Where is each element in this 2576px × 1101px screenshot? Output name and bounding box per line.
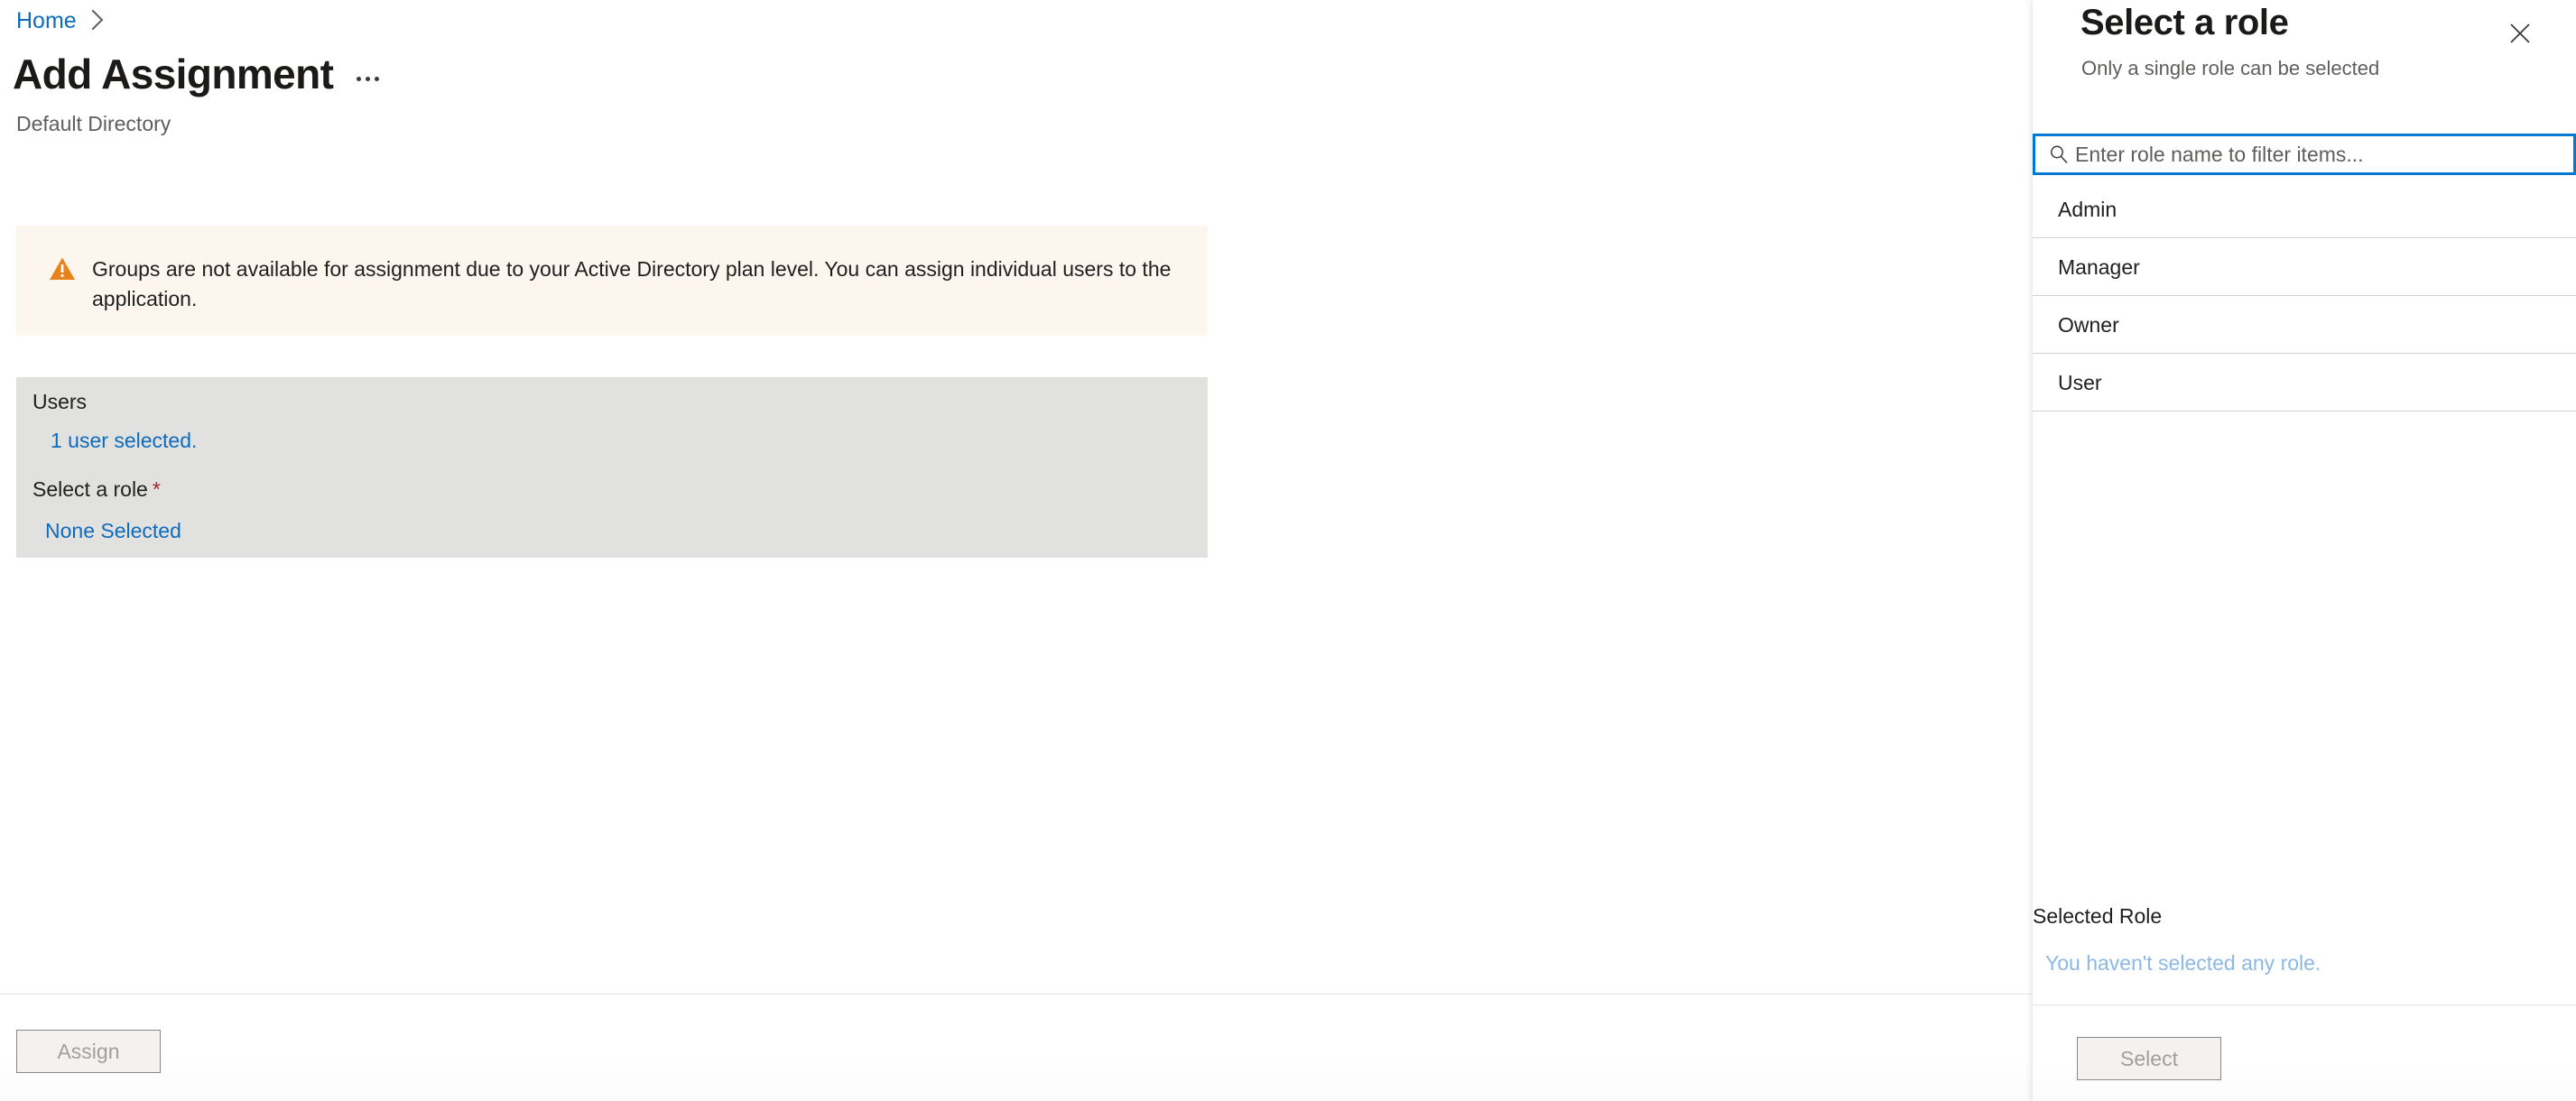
users-selected-link[interactable]: 1 user selected. xyxy=(16,427,197,454)
role-list-item-user[interactable]: User xyxy=(2033,354,2576,412)
ellipsis-icon[interactable] xyxy=(349,63,385,94)
pane-title: Select a role xyxy=(2080,3,2289,42)
pane-header: Select a role Only a single role can be … xyxy=(2033,0,2576,126)
pane-command-bar: Select xyxy=(2033,1004,2576,1101)
warning-triangle-icon xyxy=(50,257,75,280)
select-role-pane: Select a role Only a single role can be … xyxy=(2033,0,2576,1101)
users-field-label: Users xyxy=(32,390,88,413)
role-selected-link[interactable]: None Selected xyxy=(16,517,181,544)
role-list-item-label: User xyxy=(2058,370,2102,394)
search-icon xyxy=(2051,145,2068,164)
add-assignment-blade: Home Add Assignment Default Directory Gr… xyxy=(0,0,2033,1101)
role-search-box[interactable] xyxy=(2033,134,2576,175)
close-icon[interactable] xyxy=(2500,14,2540,53)
role-list-item-owner[interactable]: Owner xyxy=(2033,296,2576,354)
role-list-item-manager[interactable]: Manager xyxy=(2033,238,2576,296)
role-field-label: Select a role * xyxy=(16,476,1208,503)
pane-subtitle: Only a single role can be selected xyxy=(2081,57,2380,79)
page-subtitle: Default Directory xyxy=(16,112,171,135)
selected-role-section: Selected Role You haven't selected any r… xyxy=(2033,902,2576,976)
blade-command-bar: Assign xyxy=(0,994,2033,1101)
role-search-input[interactable] xyxy=(2075,138,2573,171)
required-asterisk: * xyxy=(152,477,161,501)
breadcrumb-home-link[interactable]: Home xyxy=(16,7,77,34)
page-title: Add Assignment xyxy=(13,51,334,97)
assignment-form-block: Users 1 user selected. Select a role * No… xyxy=(16,377,1208,558)
role-list-item-admin[interactable]: Admin xyxy=(2033,180,2576,238)
role-list-item-label: Manager xyxy=(2058,254,2140,279)
selected-role-heading: Selected Role xyxy=(2033,904,2163,928)
chevron-right-icon xyxy=(82,9,104,31)
role-list-item-label: Admin xyxy=(2058,197,2117,221)
warning-banner: Groups are not available for assignment … xyxy=(16,226,1208,336)
role-field-label-text: Select a role xyxy=(32,477,148,501)
role-list-item-label: Owner xyxy=(2058,312,2119,337)
breadcrumb: Home xyxy=(16,7,104,34)
selected-role-empty-text: You haven't selected any role. xyxy=(2045,951,2321,975)
warning-text: Groups are not available for assignment … xyxy=(92,257,1172,310)
assign-button[interactable]: Assign xyxy=(16,1030,161,1073)
select-button[interactable]: Select xyxy=(2077,1037,2221,1080)
role-list: Admin Manager Owner User xyxy=(2033,180,2576,412)
title-row: Add Assignment xyxy=(13,50,385,98)
